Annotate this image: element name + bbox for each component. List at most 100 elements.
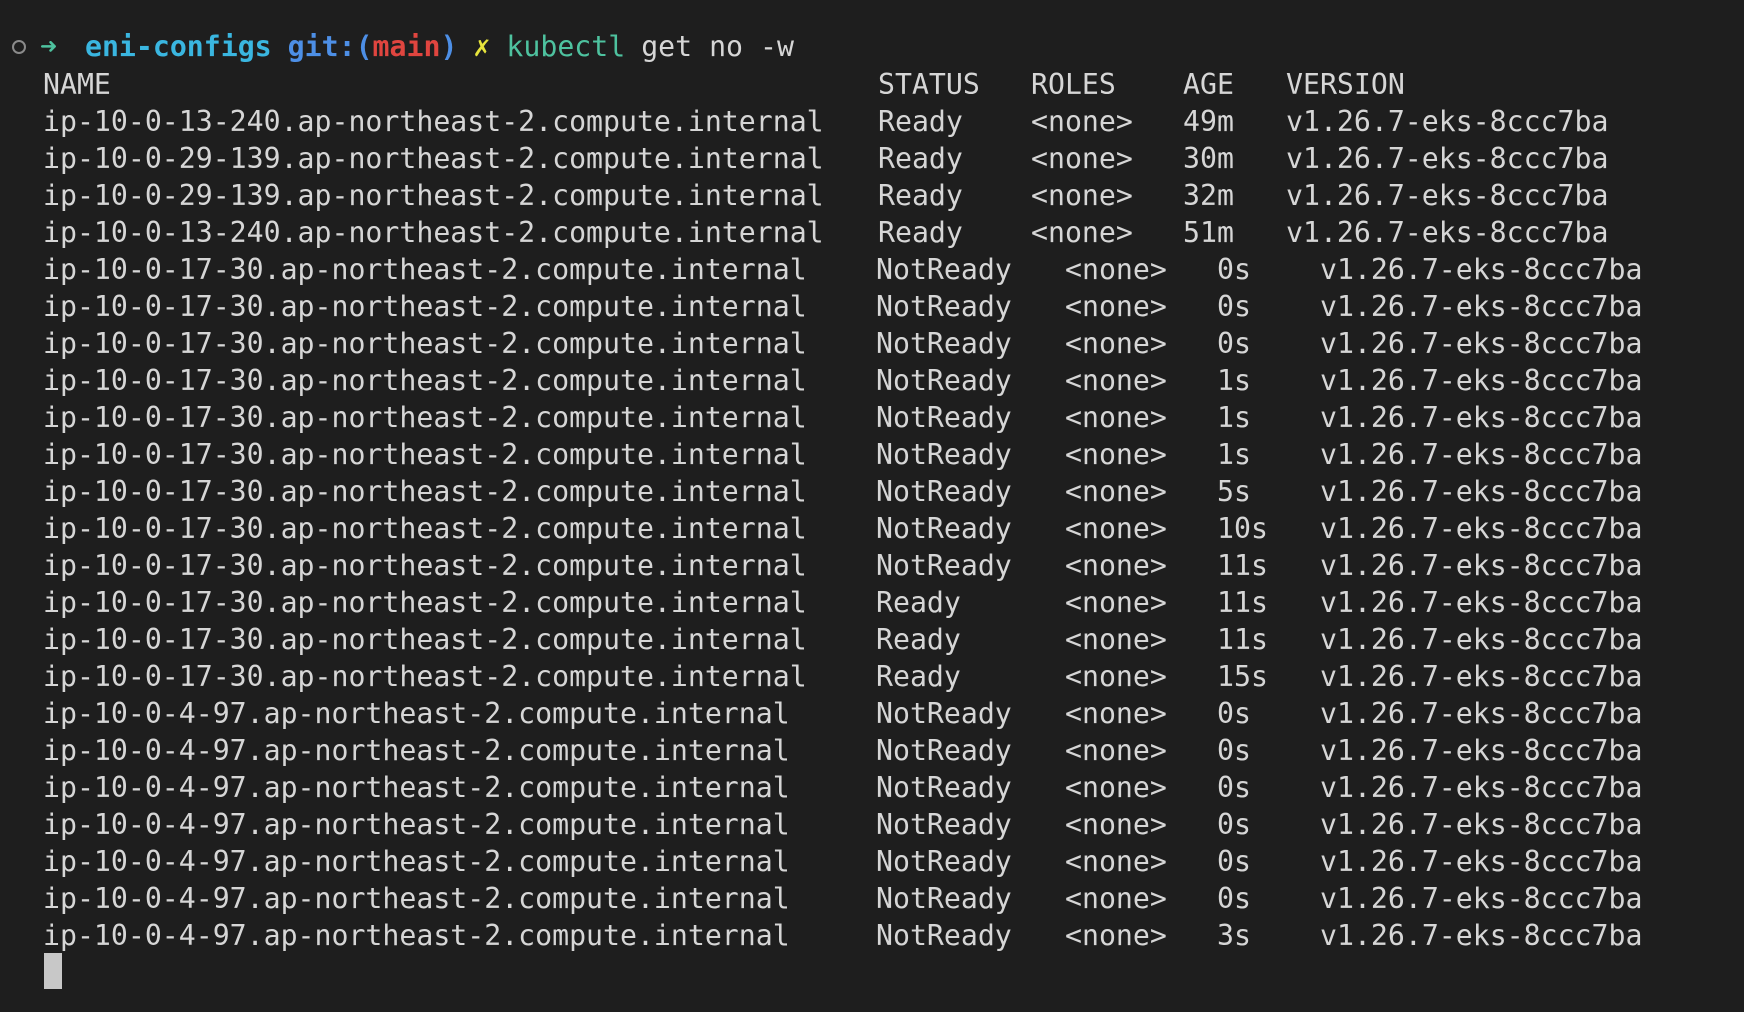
- row-roles: <none>: [1065, 734, 1167, 767]
- row-age: 0s: [1217, 327, 1251, 360]
- row-age: 1s: [1217, 438, 1251, 471]
- row-name: ip-10-0-4-97.ap-northeast-2.compute.inte…: [43, 845, 790, 878]
- row-roles: <none>: [1065, 438, 1167, 471]
- row-name: ip-10-0-4-97.ap-northeast-2.compute.inte…: [43, 919, 790, 952]
- row-name: ip-10-0-13-240.ap-northeast-2.compute.in…: [43, 105, 824, 138]
- table-header: NAME STATUS ROLES AGE VERSION: [0, 66, 1405, 103]
- row-status: NotReady: [876, 771, 1012, 804]
- row-roles: <none>: [1065, 475, 1167, 508]
- row-version: v1.26.7-eks-8ccc7ba: [1286, 142, 1609, 175]
- terminal-window[interactable]: ➜ eni-configs git: ( main ) ✗ kubectl ge…: [0, 0, 1744, 1012]
- git-paren-close: ): [440, 30, 458, 63]
- row-version: v1.26.7-eks-8ccc7ba: [1320, 882, 1643, 915]
- header-status: STATUS: [878, 68, 980, 101]
- row-age: 0s: [1217, 697, 1251, 730]
- row-name: ip-10-0-4-97.ap-northeast-2.compute.inte…: [43, 771, 790, 804]
- row-status: Ready: [876, 623, 961, 656]
- row-age: 0s: [1217, 290, 1251, 323]
- row-status: NotReady: [876, 808, 1012, 841]
- row-roles: <none>: [1065, 290, 1167, 323]
- row-status: NotReady: [876, 549, 1012, 582]
- row-status: Ready: [876, 586, 961, 619]
- row-roles: <none>: [1031, 105, 1133, 138]
- row-age: 3s: [1217, 919, 1251, 952]
- row-version: v1.26.7-eks-8ccc7ba: [1286, 216, 1609, 249]
- header-name: NAME: [43, 68, 111, 101]
- row-name: ip-10-0-17-30.ap-northeast-2.compute.int…: [43, 364, 807, 397]
- row-age: 5s: [1217, 475, 1251, 508]
- row-roles: <none>: [1065, 586, 1167, 619]
- row-version: v1.26.7-eks-8ccc7ba: [1320, 401, 1643, 434]
- row-version: v1.26.7-eks-8ccc7ba: [1320, 808, 1643, 841]
- prompt-arrow-icon: ➜: [40, 30, 57, 63]
- row-roles: <none>: [1065, 549, 1167, 582]
- row-roles: <none>: [1065, 845, 1167, 878]
- row-name: ip-10-0-29-139.ap-northeast-2.compute.in…: [43, 142, 824, 175]
- row-roles: <none>: [1065, 808, 1167, 841]
- row-roles: <none>: [1065, 697, 1167, 730]
- row-age: 11s: [1217, 549, 1268, 582]
- row-roles: <none>: [1065, 401, 1167, 434]
- row-status: NotReady: [876, 845, 1012, 878]
- row-status: Ready: [878, 105, 963, 138]
- row-name: ip-10-0-4-97.ap-northeast-2.compute.inte…: [43, 808, 790, 841]
- command-arguments: get no -w: [641, 30, 794, 63]
- row-roles: <none>: [1065, 882, 1167, 915]
- row-age: 10s: [1217, 512, 1268, 545]
- row-roles: <none>: [1065, 771, 1167, 804]
- row-name: ip-10-0-17-30.ap-northeast-2.compute.int…: [43, 401, 807, 434]
- row-roles: <none>: [1065, 253, 1167, 286]
- header-version: VERSION: [1286, 68, 1405, 101]
- row-name: ip-10-0-17-30.ap-northeast-2.compute.int…: [43, 438, 807, 471]
- row-age: 1s: [1217, 364, 1251, 397]
- row-roles: <none>: [1065, 623, 1167, 656]
- row-name: ip-10-0-17-30.ap-northeast-2.compute.int…: [43, 475, 807, 508]
- row-version: v1.26.7-eks-8ccc7ba: [1320, 364, 1643, 397]
- row-status: Ready: [876, 660, 961, 693]
- row-age: 0s: [1217, 808, 1251, 841]
- row-status: NotReady: [876, 364, 1012, 397]
- row-version: v1.26.7-eks-8ccc7ba: [1320, 290, 1643, 323]
- row-version: v1.26.7-eks-8ccc7ba: [1320, 697, 1643, 730]
- row-age: 49m: [1183, 105, 1234, 138]
- row-age: 11s: [1217, 586, 1268, 619]
- row-age: 1s: [1217, 401, 1251, 434]
- row-age: 0s: [1217, 253, 1251, 286]
- row-name: ip-10-0-17-30.ap-northeast-2.compute.int…: [43, 253, 807, 286]
- row-version: v1.26.7-eks-8ccc7ba: [1320, 623, 1643, 656]
- row-version: v1.26.7-eks-8ccc7ba: [1320, 919, 1643, 952]
- row-status: Ready: [878, 142, 963, 175]
- row-age: 15s: [1217, 660, 1268, 693]
- row-status: NotReady: [876, 475, 1012, 508]
- row-version: v1.26.7-eks-8ccc7ba: [1320, 438, 1643, 471]
- row-version: v1.26.7-eks-8ccc7ba: [1320, 771, 1643, 804]
- row-status: Ready: [878, 179, 963, 212]
- status-circle-icon: [12, 40, 26, 54]
- row-version: v1.26.7-eks-8ccc7ba: [1320, 475, 1643, 508]
- row-roles: <none>: [1065, 327, 1167, 360]
- row-version: v1.26.7-eks-8ccc7ba: [1320, 549, 1643, 582]
- row-status: NotReady: [876, 327, 1012, 360]
- row-name: ip-10-0-17-30.ap-northeast-2.compute.int…: [43, 660, 807, 693]
- row-age: 11s: [1217, 623, 1268, 656]
- current-directory: eni-configs: [84, 30, 272, 63]
- row-name: ip-10-0-17-30.ap-northeast-2.compute.int…: [43, 290, 807, 323]
- row-version: v1.26.7-eks-8ccc7ba: [1320, 586, 1643, 619]
- header-age: AGE: [1183, 68, 1234, 101]
- row-version: v1.26.7-eks-8ccc7ba: [1320, 734, 1643, 767]
- terminal-cursor: [44, 953, 62, 989]
- row-name: ip-10-0-17-30.ap-northeast-2.compute.int…: [43, 549, 807, 582]
- row-name: ip-10-0-17-30.ap-northeast-2.compute.int…: [43, 327, 807, 360]
- row-status: NotReady: [876, 734, 1012, 767]
- row-status: NotReady: [876, 253, 1012, 286]
- row-name: ip-10-0-29-139.ap-northeast-2.compute.in…: [43, 179, 824, 212]
- row-name: ip-10-0-4-97.ap-northeast-2.compute.inte…: [43, 697, 790, 730]
- row-age: 32m: [1183, 179, 1234, 212]
- row-version: v1.26.7-eks-8ccc7ba: [1320, 327, 1643, 360]
- row-version: v1.26.7-eks-8ccc7ba: [1320, 253, 1643, 286]
- row-status: NotReady: [876, 697, 1012, 730]
- row-roles: <none>: [1065, 660, 1167, 693]
- row-name: ip-10-0-4-97.ap-northeast-2.compute.inte…: [43, 882, 790, 915]
- row-age: 0s: [1217, 882, 1251, 915]
- row-age: 0s: [1217, 734, 1251, 767]
